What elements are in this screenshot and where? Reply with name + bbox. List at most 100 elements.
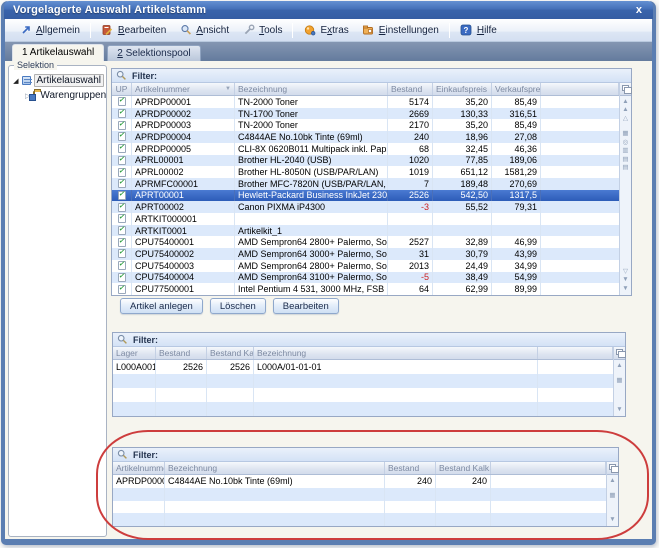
grid-view-icon[interactable]: ▦ <box>622 130 628 138</box>
scroll-up-icon[interactable]: ▲ <box>616 362 622 370</box>
column-header-up[interactable]: UP <box>112 83 132 95</box>
tree-item-artikelauswahl[interactable]: ◢ Artikelauswahl <box>13 73 104 88</box>
column-header-einkaufspreis[interactable]: Einkaufspreis <box>433 83 492 95</box>
table-row[interactable]: L000A00125262526L000A/01-01-01 <box>113 360 613 374</box>
table-row[interactable]: APRDP00004C4844AE No.10bk Tinte (69ml)24… <box>112 131 619 143</box>
scroll-prev-page-icon[interactable]: ▲ <box>622 106 628 114</box>
cell-bezeichnung: CLI-8X 0620B011 Multipack inkl. Papier <box>235 143 388 155</box>
table-row[interactable]: APRDP00003TN-2000 Toner217035,2085,49 <box>112 119 619 131</box>
scroll-down-icon[interactable]: ▼ <box>616 406 622 414</box>
tree-node-label[interactable]: Warengruppen <box>38 90 108 101</box>
cell-bestand: 2526 <box>156 360 207 374</box>
table-row[interactable]: APRL00001Brother HL-2040 (USB)102077,851… <box>112 155 619 167</box>
edit-book-icon <box>101 24 114 37</box>
column-header-bestand-kalk[interactable]: Bestand Kalk. <box>436 462 491 474</box>
column-header-bezeichnung[interactable]: Bezeichnung <box>235 83 388 95</box>
cell-einkaufspreis: 18,96 <box>433 131 492 143</box>
cell-verkaufspreis: 85,49 <box>492 96 541 108</box>
lager-filter-bar[interactable]: Filter: <box>113 333 625 347</box>
table-row[interactable]: ARTKIT000001 <box>112 213 619 225</box>
table-row[interactable]: CPU75400002AMD Sempron64 3000+ Palermo, … <box>112 248 619 260</box>
tab-selektionspool[interactable]: 2 Selektionspool <box>107 45 200 61</box>
scroll-prev-icon[interactable]: △ <box>623 115 628 123</box>
article-state-icon <box>112 272 132 284</box>
table-row[interactable]: APRL00002Brother HL-8050N (USB/PAR/LAN)1… <box>112 166 619 178</box>
table-row[interactable]: APRT00001Hewlett-Packard Business InkJet… <box>112 190 619 202</box>
table-row-empty[interactable] <box>113 374 613 388</box>
column-chooser-button[interactable] <box>614 347 625 360</box>
grid-view-icon[interactable]: ▦ <box>616 377 622 385</box>
table-row[interactable]: CPU75400001AMD Sempron64 2800+ Palermo, … <box>112 236 619 248</box>
artikel-anlegen-button[interactable]: Artikel anlegen <box>120 298 203 314</box>
bearbeiten-button[interactable]: Bearbeiten <box>273 298 339 314</box>
cell-bestand <box>385 513 436 526</box>
filter-row-icon[interactable]: ▥ <box>622 147 628 155</box>
search-row-icon[interactable]: ◎ <box>623 139 629 147</box>
table-row[interactable]: APRDP00001TN-2000 Toner517435,2085,49 <box>112 96 619 108</box>
column-header-bestand[interactable]: Bestand <box>388 83 433 95</box>
column-header-artikelnummer[interactable]: Artikelnummer <box>113 462 165 474</box>
table-row[interactable]: CPU75400004AMD Sempron64 3100+ Palermo, … <box>112 272 619 284</box>
cell-filler <box>541 178 619 190</box>
table-row[interactable]: CPU77500001Intel Pentium 4 531, 3000 MHz… <box>112 283 619 295</box>
table-row[interactable]: APRDP00005CLI-8X 0620B011 Multipack inkl… <box>112 143 619 155</box>
menu-bearbeiten[interactable]: Bearbeiten <box>95 22 172 39</box>
scroll-first-icon[interactable]: ▲ <box>622 98 628 106</box>
article-filter-bar[interactable]: Filter: <box>112 69 631 83</box>
loeschen-button[interactable]: Löschen <box>210 298 266 314</box>
cell-filler <box>491 475 606 488</box>
table-row[interactable]: APRMFC00001Brother MFC-7820N (USB/PAR/LA… <box>112 178 619 190</box>
scroll-next-icon[interactable]: ▽ <box>623 268 628 276</box>
sort-desc-icon: ▼ <box>225 86 231 92</box>
tree-item-warengruppen[interactable]: ▷ Warengruppen <box>13 88 104 103</box>
close-icon[interactable]: x <box>634 4 644 16</box>
table-row[interactable]: ARTKIT0001Artikelkit_1 <box>112 225 619 237</box>
cell-filler <box>541 96 619 108</box>
table-row-empty[interactable] <box>113 501 606 514</box>
cell-bezeichnung <box>165 488 385 501</box>
table-row[interactable]: APRDP00002TN-1700 Toner2669130,33316,51 <box>112 108 619 120</box>
scroll-up-icon[interactable]: ▲ <box>609 477 615 485</box>
tree-expander-expanded-icon[interactable]: ◢ <box>13 77 19 85</box>
scroll-last-icon[interactable]: ▼ <box>622 285 628 293</box>
menu-einstellungen[interactable]: Einstellungen <box>356 22 445 39</box>
menu-extras[interactable]: Extras <box>297 22 354 39</box>
layout-panel2-icon[interactable]: ▤ <box>622 164 628 172</box>
menu-allgemein[interactable]: Allgemein <box>13 22 86 39</box>
table-row-empty[interactable] <box>113 513 606 526</box>
tree-node-label[interactable]: Artikelauswahl <box>34 74 104 87</box>
cell-verkaufspreis: 46,99 <box>492 236 541 248</box>
table-row[interactable]: APRT00002Canon PIXMA iP4300-355,5279,31 <box>112 201 619 213</box>
cell-bestand-kalk: 2526 <box>207 360 254 374</box>
column-header-artikelnummer[interactable]: Artikelnummer ▼ <box>132 83 235 95</box>
table-row-empty[interactable] <box>113 488 606 501</box>
column-chooser-button[interactable] <box>607 462 618 475</box>
table-row[interactable]: CPU75400003AMD Sempron64 2800+ Palermo, … <box>112 260 619 272</box>
menu-tools[interactable]: Tools <box>236 22 288 39</box>
column-chooser-button[interactable] <box>620 83 631 96</box>
cell-filler <box>541 248 619 260</box>
grid-view-icon[interactable]: ▦ <box>609 492 615 500</box>
table-row-empty[interactable] <box>113 388 613 402</box>
column-header-verkaufspreis[interactable]: Verkaufspreis <box>492 83 541 95</box>
column-header-bezeichnung[interactable]: Bezeichnung <box>254 347 538 359</box>
column-header-bestand[interactable]: Bestand <box>156 347 207 359</box>
column-header-bestand-kalk[interactable]: Bestand Kalk. <box>207 347 254 359</box>
column-header-bezeichnung[interactable]: Bezeichnung <box>165 462 385 474</box>
menu-ansicht[interactable]: Ansicht <box>173 22 235 39</box>
tab-artikelauswahl[interactable]: 1 Artikelauswahl <box>12 44 104 61</box>
scroll-down-icon[interactable]: ▼ <box>609 516 615 524</box>
column-header-bestand[interactable]: Bestand <box>385 462 436 474</box>
cell-verkaufspreis: 89,99 <box>492 283 541 295</box>
detail-filter-bar[interactable]: Filter: <box>113 448 618 462</box>
title-bar[interactable]: Vorgelagerte Auswahl Artikelstamm x <box>4 1 653 19</box>
cell-filler <box>538 388 613 402</box>
cell-lager <box>113 374 156 388</box>
cell-filler <box>541 283 619 295</box>
table-row[interactable]: APRDP00004C4844AE No.10bk Tinte (69ml)24… <box>113 475 606 488</box>
column-header-lager[interactable]: Lager <box>113 347 156 359</box>
layout-panel-icon[interactable]: ▤ <box>622 156 628 164</box>
scroll-next-page-icon[interactable]: ▼ <box>622 276 628 284</box>
table-row-empty[interactable] <box>113 402 613 416</box>
menu-hilfe[interactable]: ? Hilfe <box>454 22 503 39</box>
